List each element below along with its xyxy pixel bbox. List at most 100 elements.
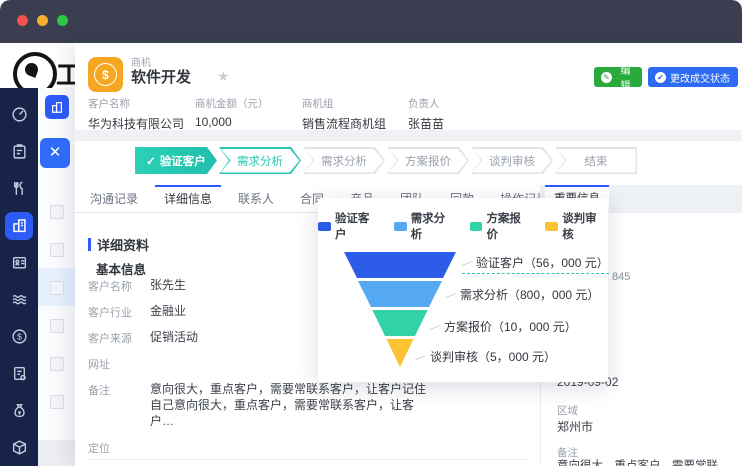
row-checkbox[interactable] (50, 205, 64, 219)
row-checkbox[interactable] (50, 395, 64, 409)
step-label: ✓ 验证客户 (146, 155, 206, 168)
close-window-button[interactable] (17, 15, 28, 26)
row-checkbox[interactable] (50, 357, 64, 371)
stage-step[interactable]: 方案报价 (387, 147, 469, 174)
row-checkbox[interactable] (50, 319, 64, 333)
funnel-segment-label: 需求分析（800，000 元） (445, 286, 599, 303)
header-field-value: 10,000 (195, 115, 232, 129)
section-title: 详细资料 (97, 238, 150, 253)
connector-line (461, 261, 472, 267)
step-label: 需求分析 (237, 155, 283, 168)
funnel-segment (344, 252, 456, 278)
detail-field-value: 意向很大，重点客户，需要常联系客户，让客户记住自己意向很大，重点客户，需要常联系… (150, 382, 427, 429)
tab-1[interactable]: 沟通记录 (77, 185, 151, 213)
app-sidebar: $ (0, 88, 38, 466)
panel-close-button[interactable]: ✕ (40, 138, 70, 168)
sidebar-item-tools[interactable] (0, 170, 38, 207)
change-deal-status-button[interactable]: ✔ 更改成交状态 (648, 67, 738, 87)
sidebar-item-cube[interactable] (0, 429, 38, 466)
legend-label: 验证客户 (334, 213, 370, 241)
stage-step[interactable]: 结束 (555, 147, 637, 174)
sidebar-item-company[interactable] (0, 207, 38, 244)
list-row[interactable] (38, 382, 75, 420)
coin-icon: $ (5, 323, 33, 351)
company-module-button[interactable] (45, 95, 69, 119)
phone-fragment: 845 (612, 271, 631, 283)
detail-field-label: 客户来源 (88, 333, 132, 345)
legend-item[interactable]: 谈判审核 (545, 210, 608, 242)
detail-field-label: 定位 (88, 442, 110, 455)
legend-item[interactable]: 方案报价 (469, 210, 533, 242)
detail-field-row: 备注 意向很大，重点客户，需要常联系客户，让客户记住自己意向很大，重点客户，需要常… (88, 381, 528, 430)
legend-item[interactable]: 验证客户 (318, 210, 381, 242)
content-divider (88, 459, 528, 460)
list-row[interactable] (38, 306, 75, 344)
header-field: 商机组 销售流程商机组 (302, 96, 386, 132)
legend-swatch-icon (318, 221, 331, 231)
funnel-segment-label: 验证客户（56，000 元） (461, 254, 609, 274)
stage-step[interactable]: ✓ 验证客户 (135, 147, 217, 174)
contact-card-icon (5, 249, 33, 277)
pencil-icon: ✎ (601, 71, 612, 83)
list-footer-strip (38, 440, 75, 466)
sidebar-item-money-bag[interactable] (0, 392, 38, 429)
remark-value: 意向很大，重点客户，需要常联系客户，让客户记住自己意向很大，重点… (557, 460, 718, 466)
edit-button-label: 编辑 (620, 66, 631, 92)
sidebar-item-dashboard[interactable] (0, 96, 38, 133)
connector-line (445, 293, 456, 299)
list-row[interactable] (38, 344, 75, 382)
money-bag-icon (5, 397, 33, 425)
sidebar-item-coin[interactable]: $ (0, 318, 38, 355)
sidebar-item-waves[interactable] (0, 281, 38, 318)
edit-button[interactable]: ✎ 编辑 (594, 66, 642, 92)
region-value: 郑州市 (557, 420, 594, 434)
header-field-label: 客户名称 (88, 98, 130, 110)
favorite-star-icon[interactable]: ★ (217, 68, 230, 85)
step-label: 方案报价 (405, 155, 451, 168)
app-window: 工之 $ ✕ $ 商机 软件开发 ★ ✎ 编辑 ✔ 更改成交状态 客户名称华为科… (0, 0, 742, 466)
company-icon (5, 211, 33, 240)
dashboard-icon (5, 101, 33, 129)
legend-label: 方案报价 (486, 213, 521, 241)
header-field: 负责人 张苗苗 (408, 96, 444, 132)
row-checkbox[interactable] (50, 281, 64, 295)
check-icon: ✓ (146, 155, 156, 168)
legend-swatch-icon (545, 221, 559, 231)
connector-line (415, 355, 426, 361)
funnel-popup: 验证客户 需求分析 方案报价 谈判审核 验证客户（56，000 元） 需求分析（800，… (318, 198, 609, 382)
legend-item[interactable]: 需求分析 (393, 210, 457, 242)
stage-step[interactable]: 谈判审核 (471, 147, 553, 174)
stage-step[interactable]: 需求分析 (303, 147, 385, 174)
header-field: 商机金额（元） 10,000 (195, 96, 269, 129)
row-checkbox[interactable] (50, 243, 64, 257)
opportunity-type-icon: $ (88, 57, 123, 92)
tab-2[interactable]: 详细信息 (151, 185, 225, 213)
sidebar-item-contact-card[interactable] (0, 244, 38, 281)
stage-progress-bar: ✓ 验证客户 需求分析 需求分析 方案报价 谈判审核 结束 (133, 147, 637, 174)
detail-field-label: 客户行业 (88, 307, 132, 319)
tab-3[interactable]: 联系人 (225, 185, 287, 213)
detail-field-label: 网址 (88, 359, 110, 371)
check-circle-icon: ✔ (655, 71, 666, 83)
window-titlebar (0, 0, 742, 43)
sidebar-item-schedule[interactable] (0, 133, 38, 170)
header-field-label: 商机金额（元） (195, 98, 269, 110)
remark-label: 备注 (557, 447, 578, 459)
list-row[interactable] (38, 268, 75, 306)
tools-icon (5, 175, 33, 203)
list-row[interactable] (38, 230, 75, 268)
step-label: 需求分析 (321, 155, 367, 168)
funnel-legend: 验证客户 需求分析 方案报价 谈判审核 (318, 210, 608, 242)
region-label: 区域 (557, 405, 578, 417)
list-row[interactable] (38, 192, 75, 230)
opportunity-title: 软件开发 (131, 69, 192, 86)
step-label: 谈判审核 (489, 155, 535, 168)
status-button-label: 更改成交状态 (670, 73, 730, 85)
header-divider-strip (75, 130, 742, 141)
sidebar-item-invoice[interactable] (0, 355, 38, 392)
detail-field-value (150, 439, 435, 456)
minimize-window-button[interactable] (37, 15, 48, 26)
funnel-segment-label: 谈判审核（5，000 元） (415, 348, 556, 365)
stage-step[interactable]: 需求分析 (219, 147, 301, 174)
maximize-window-button[interactable] (57, 15, 68, 26)
